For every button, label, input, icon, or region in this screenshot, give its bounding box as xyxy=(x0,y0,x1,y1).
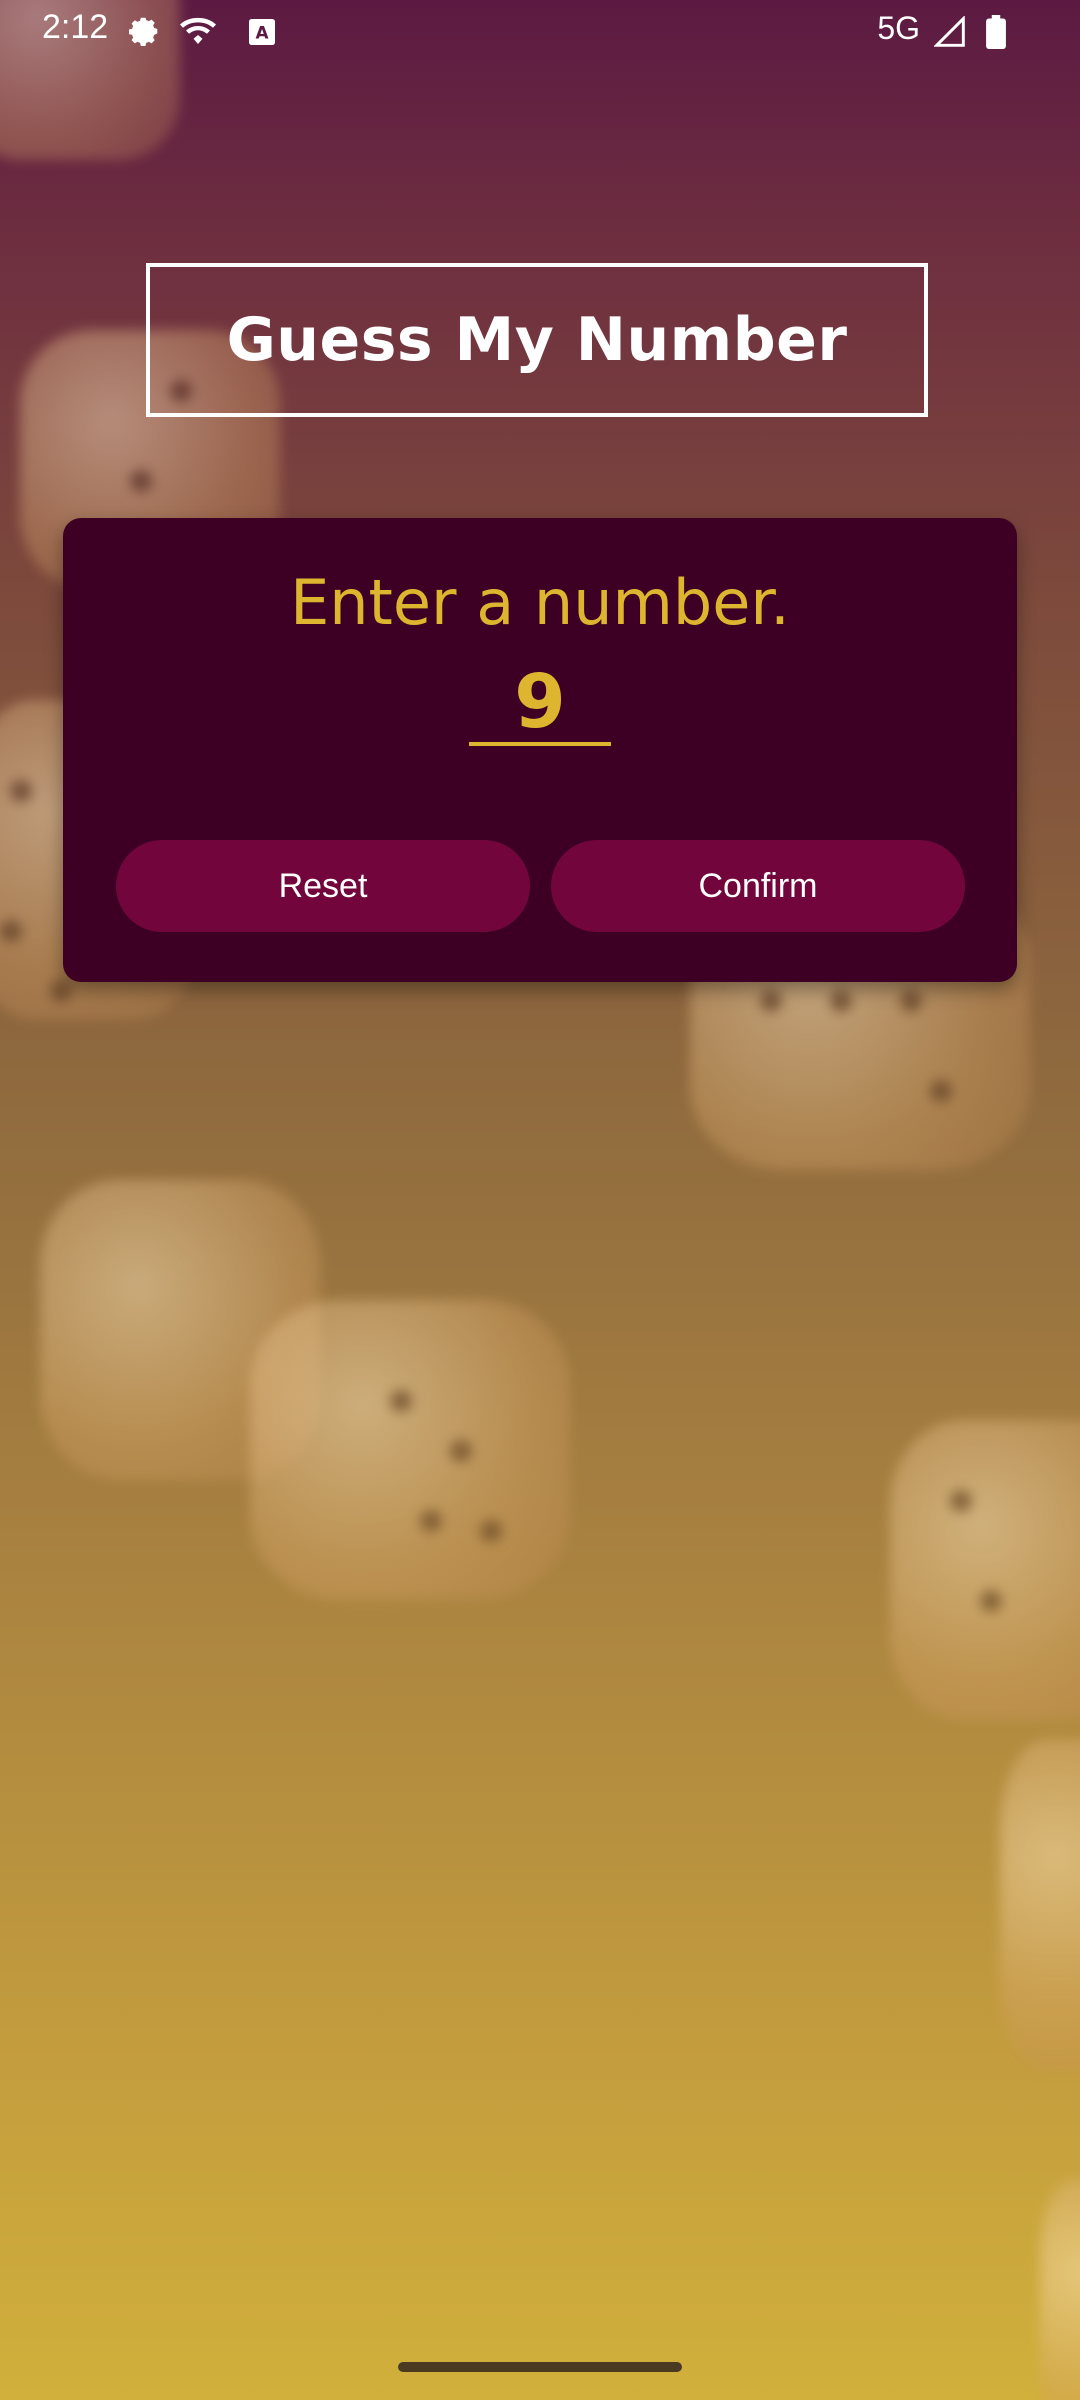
confirm-button[interactable]: Confirm xyxy=(551,840,965,932)
home-indicator[interactable] xyxy=(398,2362,682,2372)
settings-icon xyxy=(126,14,162,50)
number-input[interactable] xyxy=(469,662,611,746)
app-title: Guess My Number xyxy=(226,305,848,375)
keyboard-icon: A xyxy=(244,14,280,50)
svg-text:A: A xyxy=(255,23,268,43)
card-prompt: Enter a number. xyxy=(290,566,790,639)
wifi-icon xyxy=(180,14,216,50)
reset-button[interactable]: Reset xyxy=(116,840,530,932)
status-bar: 2:12 A 5G xyxy=(0,0,1080,64)
title-box: Guess My Number xyxy=(146,263,928,417)
input-card: Enter a number. Reset Confirm xyxy=(63,518,1017,982)
status-time: 2:12 xyxy=(42,8,109,46)
network-type: 5G xyxy=(877,10,920,46)
signal-icon xyxy=(932,14,968,50)
battery-icon xyxy=(978,14,1014,50)
